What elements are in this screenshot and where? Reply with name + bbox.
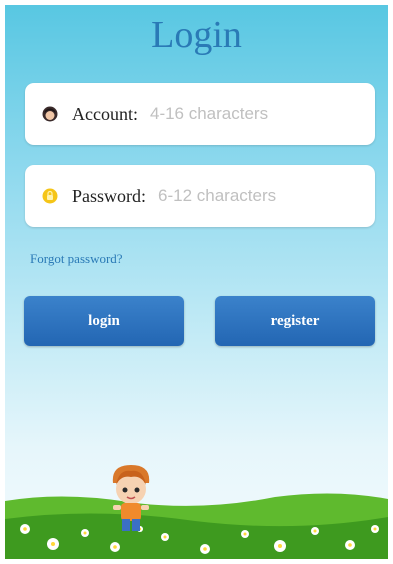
page-title: Login bbox=[151, 14, 242, 56]
login-screen: Login Account: Password: Forgot password… bbox=[5, 5, 388, 559]
password-label: Password: bbox=[72, 185, 147, 206]
account-input[interactable] bbox=[147, 103, 332, 125]
grass-meadow-illustration bbox=[5, 493, 388, 559]
account-field[interactable]: Account: bbox=[25, 83, 375, 145]
forgot-password-link[interactable]: Forgot password? bbox=[30, 251, 123, 267]
cartoon-child-illustration bbox=[112, 465, 150, 531]
register-button[interactable]: register bbox=[215, 296, 375, 346]
login-button[interactable]: login bbox=[24, 296, 184, 346]
lock-icon bbox=[42, 188, 58, 204]
password-field[interactable]: Password: bbox=[25, 165, 375, 227]
user-avatar-icon bbox=[42, 106, 58, 122]
password-input[interactable] bbox=[156, 185, 341, 207]
account-label: Account: bbox=[72, 103, 138, 124]
